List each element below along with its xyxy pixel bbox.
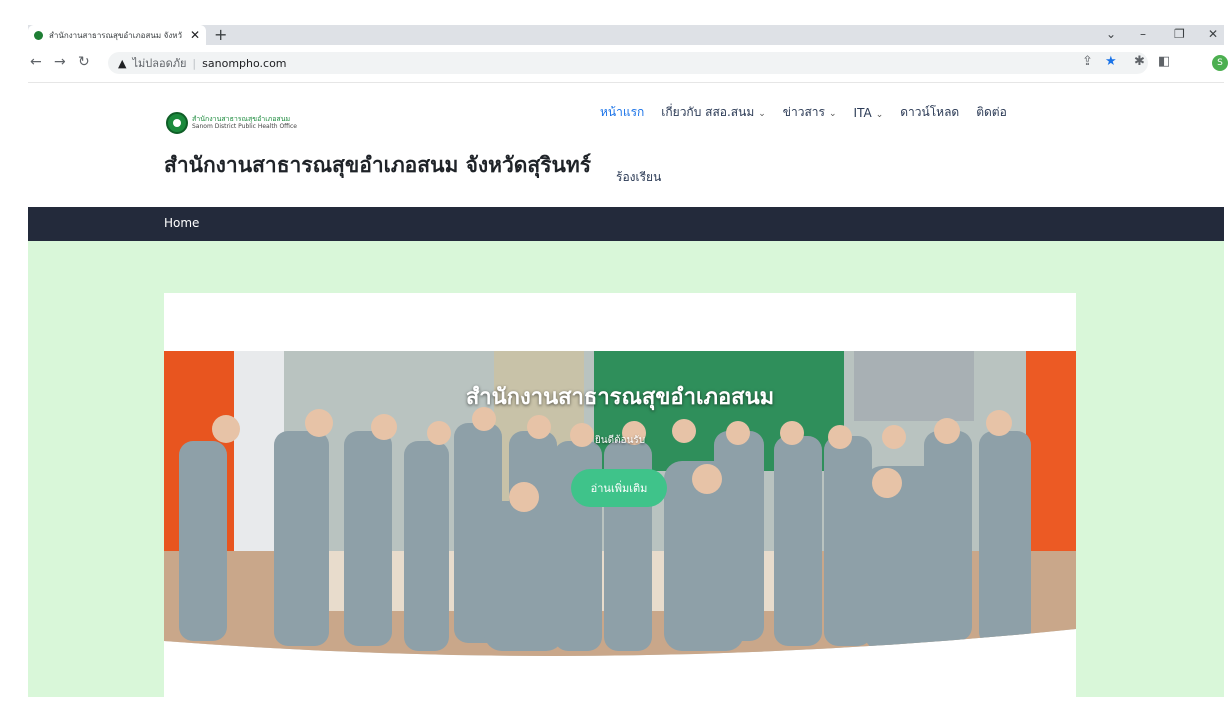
warning-icon[interactable]: ▲ [118, 57, 126, 70]
menu-item-home[interactable]: หน้าแรก [600, 103, 644, 122]
forward-icon[interactable]: → [54, 54, 66, 70]
site-logo[interactable]: สำนักงานสาธารณสุขอำเภอสนม Sanom District… [166, 112, 297, 134]
url-separator: | [192, 56, 197, 70]
hero-title: สำนักงานสาธารณสุขอำเภอสนม [465, 385, 775, 410]
chevron-down-icon: ⌄ [875, 109, 884, 120]
bookmark-star-icon[interactable]: ★ [1105, 54, 1117, 69]
extensions-icon[interactable]: ✱ [1134, 54, 1145, 69]
content-area: สำนักงานสาธารณสุขอำเภอสนม ยินดีต้อนรับ อ… [28, 241, 1224, 697]
back-icon[interactable]: ← [30, 54, 42, 70]
address-bar[interactable]: ▲ ไม่ปลอดภัย | sanompho.com [108, 52, 1148, 74]
menu-item-news[interactable]: ข่าวสาร ⌄ [783, 103, 837, 122]
tab-title: สำนักงานสาธารณสุขอำเภอสนม จังหวั [49, 30, 183, 40]
read-more-button[interactable]: อ่านเพิ่มเติม [571, 469, 667, 507]
share-icon[interactable]: ⇪ [1082, 54, 1093, 69]
new-tab-button[interactable]: + [214, 25, 227, 45]
url-text[interactable]: sanompho.com [202, 57, 286, 70]
tab-close-icon[interactable]: ✕ [190, 28, 200, 42]
main-menu: หน้าแรก เกี่ยวกับ สสอ.สนม ⌄ ข่าวสาร ⌄ ITA ⌄… [600, 103, 1024, 122]
health-emblem-icon [166, 112, 188, 134]
reload-icon[interactable]: ↻ [78, 54, 90, 70]
restore-icon[interactable]: ❐ [1174, 27, 1185, 41]
tab-search-icon[interactable]: ⌄ [1106, 27, 1116, 41]
breadcrumb-bar: Home [28, 207, 1224, 241]
hero-banner: สำนักงานสาธารณสุขอำเภอสนม ยินดีต้อนรับ อ… [164, 351, 1076, 656]
minimize-icon[interactable]: – [1140, 27, 1146, 41]
menu-item-ita[interactable]: ITA ⌄ [854, 106, 884, 120]
browser-tabstrip: สำนักงานสาธารณสุขอำเภอสนม จังหวั ✕ + ⌄ –… [28, 25, 1224, 45]
menu-item-complaint[interactable]: ร้องเรียน [616, 168, 661, 187]
browser-toolbar: ← → ↻ ▲ ไม่ปลอดภัย | sanompho.com ⇪ ★ ✱ … [28, 45, 1228, 83]
browser-tab[interactable]: สำนักงานสาธารณสุขอำเภอสนม จังหวั ✕ [28, 25, 206, 45]
logo-english-text: Sanom District Public Health Office [192, 123, 297, 130]
logo-thai-text: สำนักงานสาธารณสุขอำเภอสนม [192, 115, 291, 123]
window-edge [0, 0, 10, 705]
menu-item-contact[interactable]: ติดต่อ [976, 103, 1007, 122]
site-header: สำนักงานสาธารณสุขอำเภอสนม Sanom District… [28, 83, 1224, 207]
profile-avatar[interactable]: S [1212, 55, 1228, 71]
side-panel-icon[interactable]: ◧ [1158, 54, 1170, 69]
insecure-label[interactable]: ไม่ปลอดภัย [132, 54, 186, 72]
chevron-down-icon: ⌄ [828, 109, 837, 119]
site-favicon-icon [34, 30, 43, 40]
chevron-down-icon: ⌄ [758, 109, 766, 119]
menu-item-about[interactable]: เกี่ยวกับ สสอ.สนม ⌄ [661, 103, 766, 122]
site-title[interactable]: สำนักงานสาธารณสุขอำเภอสนม จังหวัดสุรินทร… [164, 149, 591, 182]
hero-subtitle: ยินดีต้อนรับ [594, 435, 646, 446]
breadcrumb-home[interactable]: Home [164, 216, 199, 230]
menu-item-download[interactable]: ดาวน์โหลด [900, 103, 959, 122]
close-window-icon[interactable]: ✕ [1208, 27, 1218, 41]
